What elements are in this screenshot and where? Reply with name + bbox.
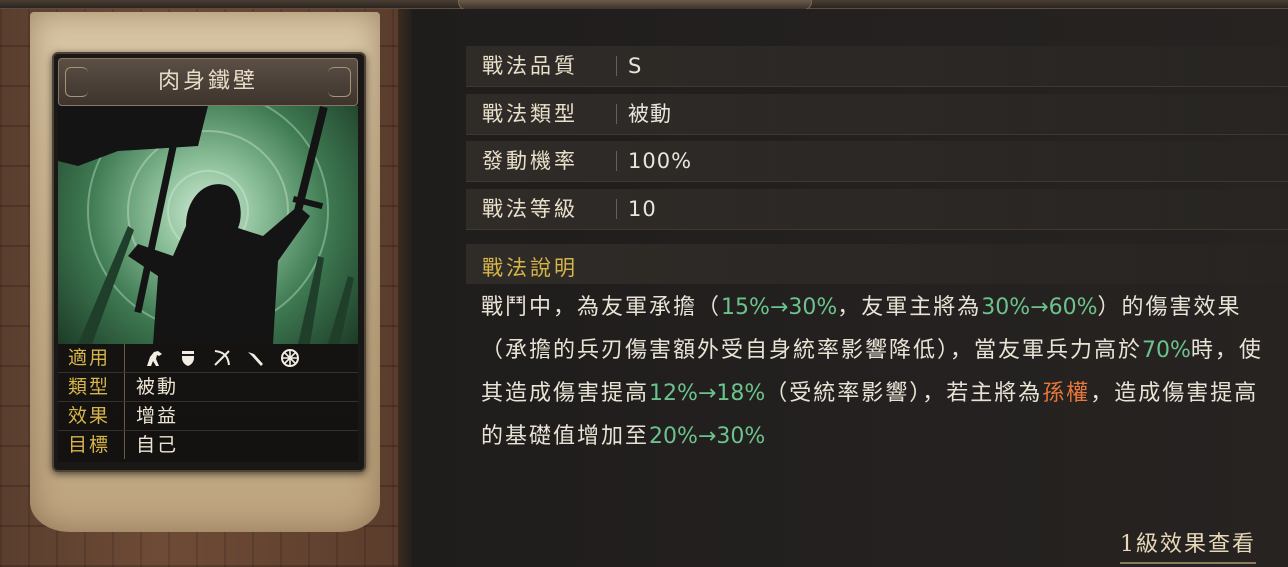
level-effect-view-link[interactable]: 1級效果查看 xyxy=(1120,528,1256,564)
wood-panel-edge xyxy=(398,9,412,567)
stat-label: 戰法等級 xyxy=(482,197,578,221)
desc-text: （受統率影響），若主將為 xyxy=(765,381,1043,406)
stat-row-level: 戰法等級 10 xyxy=(466,189,1288,230)
desc-general-name[interactable]: 孫權 xyxy=(1042,381,1090,406)
stat-value: 100% xyxy=(628,149,693,173)
prop-row-type: 類型 被動 xyxy=(58,373,358,402)
stat-value: 被動 xyxy=(628,102,672,126)
stat-divider xyxy=(616,56,617,76)
card-title-bar: 肉身鐵壁 xyxy=(58,58,358,106)
tactic-artwork xyxy=(58,106,358,344)
prop-value: 自己 xyxy=(136,434,179,456)
prop-key: 適用 xyxy=(68,344,125,372)
stat-row-trigger-rate: 發動機率 100% xyxy=(466,141,1288,182)
wheel-icon xyxy=(281,349,299,367)
prop-row-applicable: 適用 xyxy=(58,344,358,373)
stat-label: 發動機率 xyxy=(482,149,578,173)
prop-key: 目標 xyxy=(68,431,125,459)
prop-value: 被動 xyxy=(136,376,179,398)
stat-divider xyxy=(616,104,617,124)
desc-text: ，友軍主將為 xyxy=(837,295,982,320)
warrior-silhouette-icon xyxy=(58,106,354,344)
desc-value-highlight: 70% xyxy=(1142,338,1191,363)
prop-row-target: 目標 自己 xyxy=(58,431,358,459)
stat-row-quality: 戰法品質 S xyxy=(466,46,1288,87)
prop-key: 類型 xyxy=(68,373,125,401)
desc-value-highlight: 30%→60% xyxy=(981,295,1098,320)
stat-divider xyxy=(616,151,617,171)
stat-divider xyxy=(616,199,617,219)
desc-value-highlight: 12%→18% xyxy=(649,381,766,406)
desc-text: 戰鬥中，為友軍承擔（ xyxy=(481,295,722,320)
prop-row-effect: 效果 增益 xyxy=(58,402,358,431)
description-title: 戰法說明 xyxy=(482,256,578,280)
stat-value: S xyxy=(628,54,643,78)
description-header: 戰法說明 xyxy=(466,244,1288,284)
prop-key: 效果 xyxy=(68,402,125,430)
stat-label: 戰法品質 xyxy=(482,54,578,78)
bow-icon xyxy=(214,350,230,366)
desc-value-highlight: 20%→30% xyxy=(649,424,766,449)
desc-value-highlight: 15%→30% xyxy=(721,295,838,320)
description-text: 戰鬥中，為友軍承擔（15%→30%，友軍主將為30%→60%）的傷害效果（承擔的… xyxy=(481,286,1281,458)
stat-label: 戰法類型 xyxy=(482,102,578,126)
tactic-card: 肉身鐵壁 適用 類型 被動 效果 增益 目標 自己 xyxy=(52,52,366,472)
stat-row-type: 戰法類型 被動 xyxy=(466,94,1288,135)
cavalry-icon xyxy=(147,351,162,366)
spear-icon xyxy=(248,352,263,366)
tactic-name: 肉身鐵壁 xyxy=(157,69,258,94)
shield-icon xyxy=(182,351,194,366)
prop-value: 增益 xyxy=(136,405,179,427)
tactic-properties: 適用 類型 被動 效果 增益 目標 自己 xyxy=(58,344,358,462)
stat-value: 10 xyxy=(628,197,657,221)
